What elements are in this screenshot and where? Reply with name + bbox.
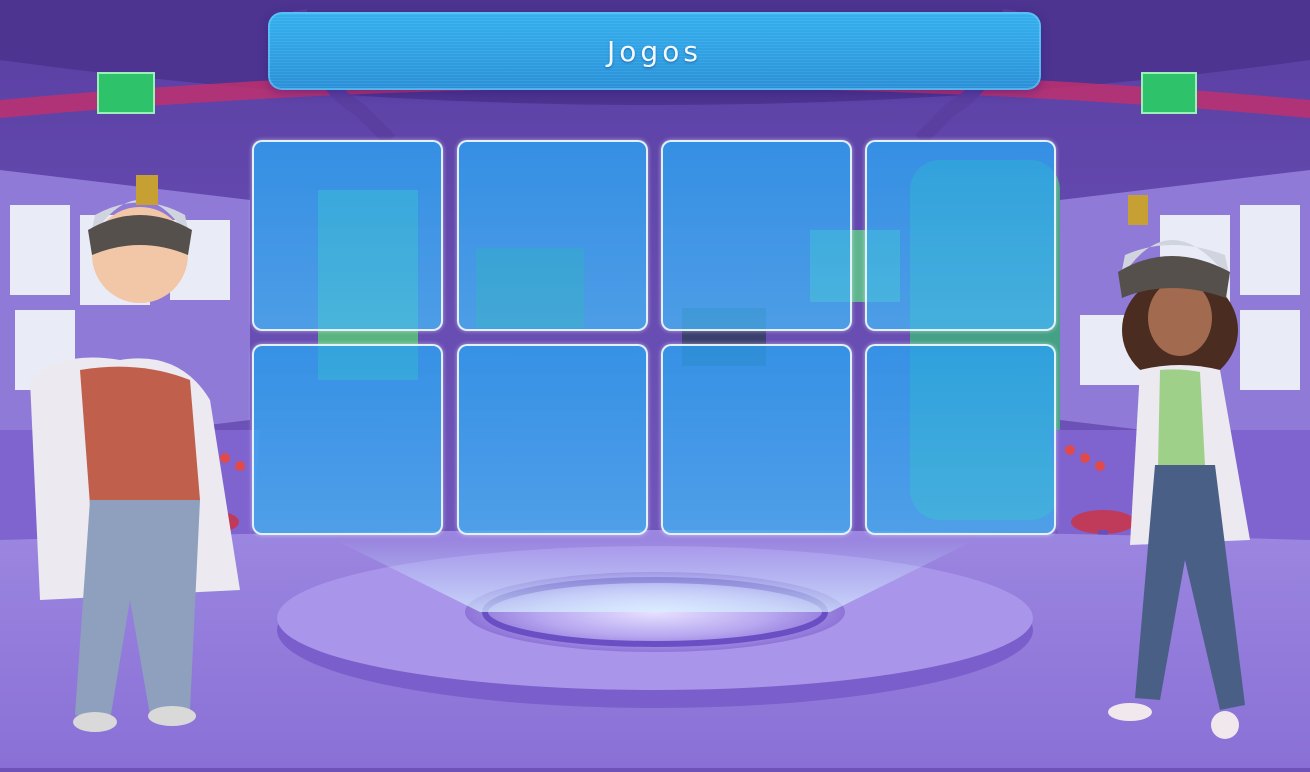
game-tile-7[interactable] <box>661 344 852 535</box>
page-title: Jogos <box>607 34 702 68</box>
game-tile-8[interactable] <box>865 344 1056 535</box>
game-tile-6[interactable] <box>457 344 648 535</box>
lab-background-illustration <box>0 0 1310 768</box>
game-tile-1[interactable] <box>252 140 443 331</box>
game-tile-2[interactable] <box>457 140 648 331</box>
title-banner: Jogos <box>268 12 1041 90</box>
game-tile-5[interactable] <box>252 344 443 535</box>
lab-background-scene <box>0 0 1310 768</box>
game-tile-4[interactable] <box>865 140 1056 331</box>
game-tile-3[interactable] <box>661 140 852 331</box>
